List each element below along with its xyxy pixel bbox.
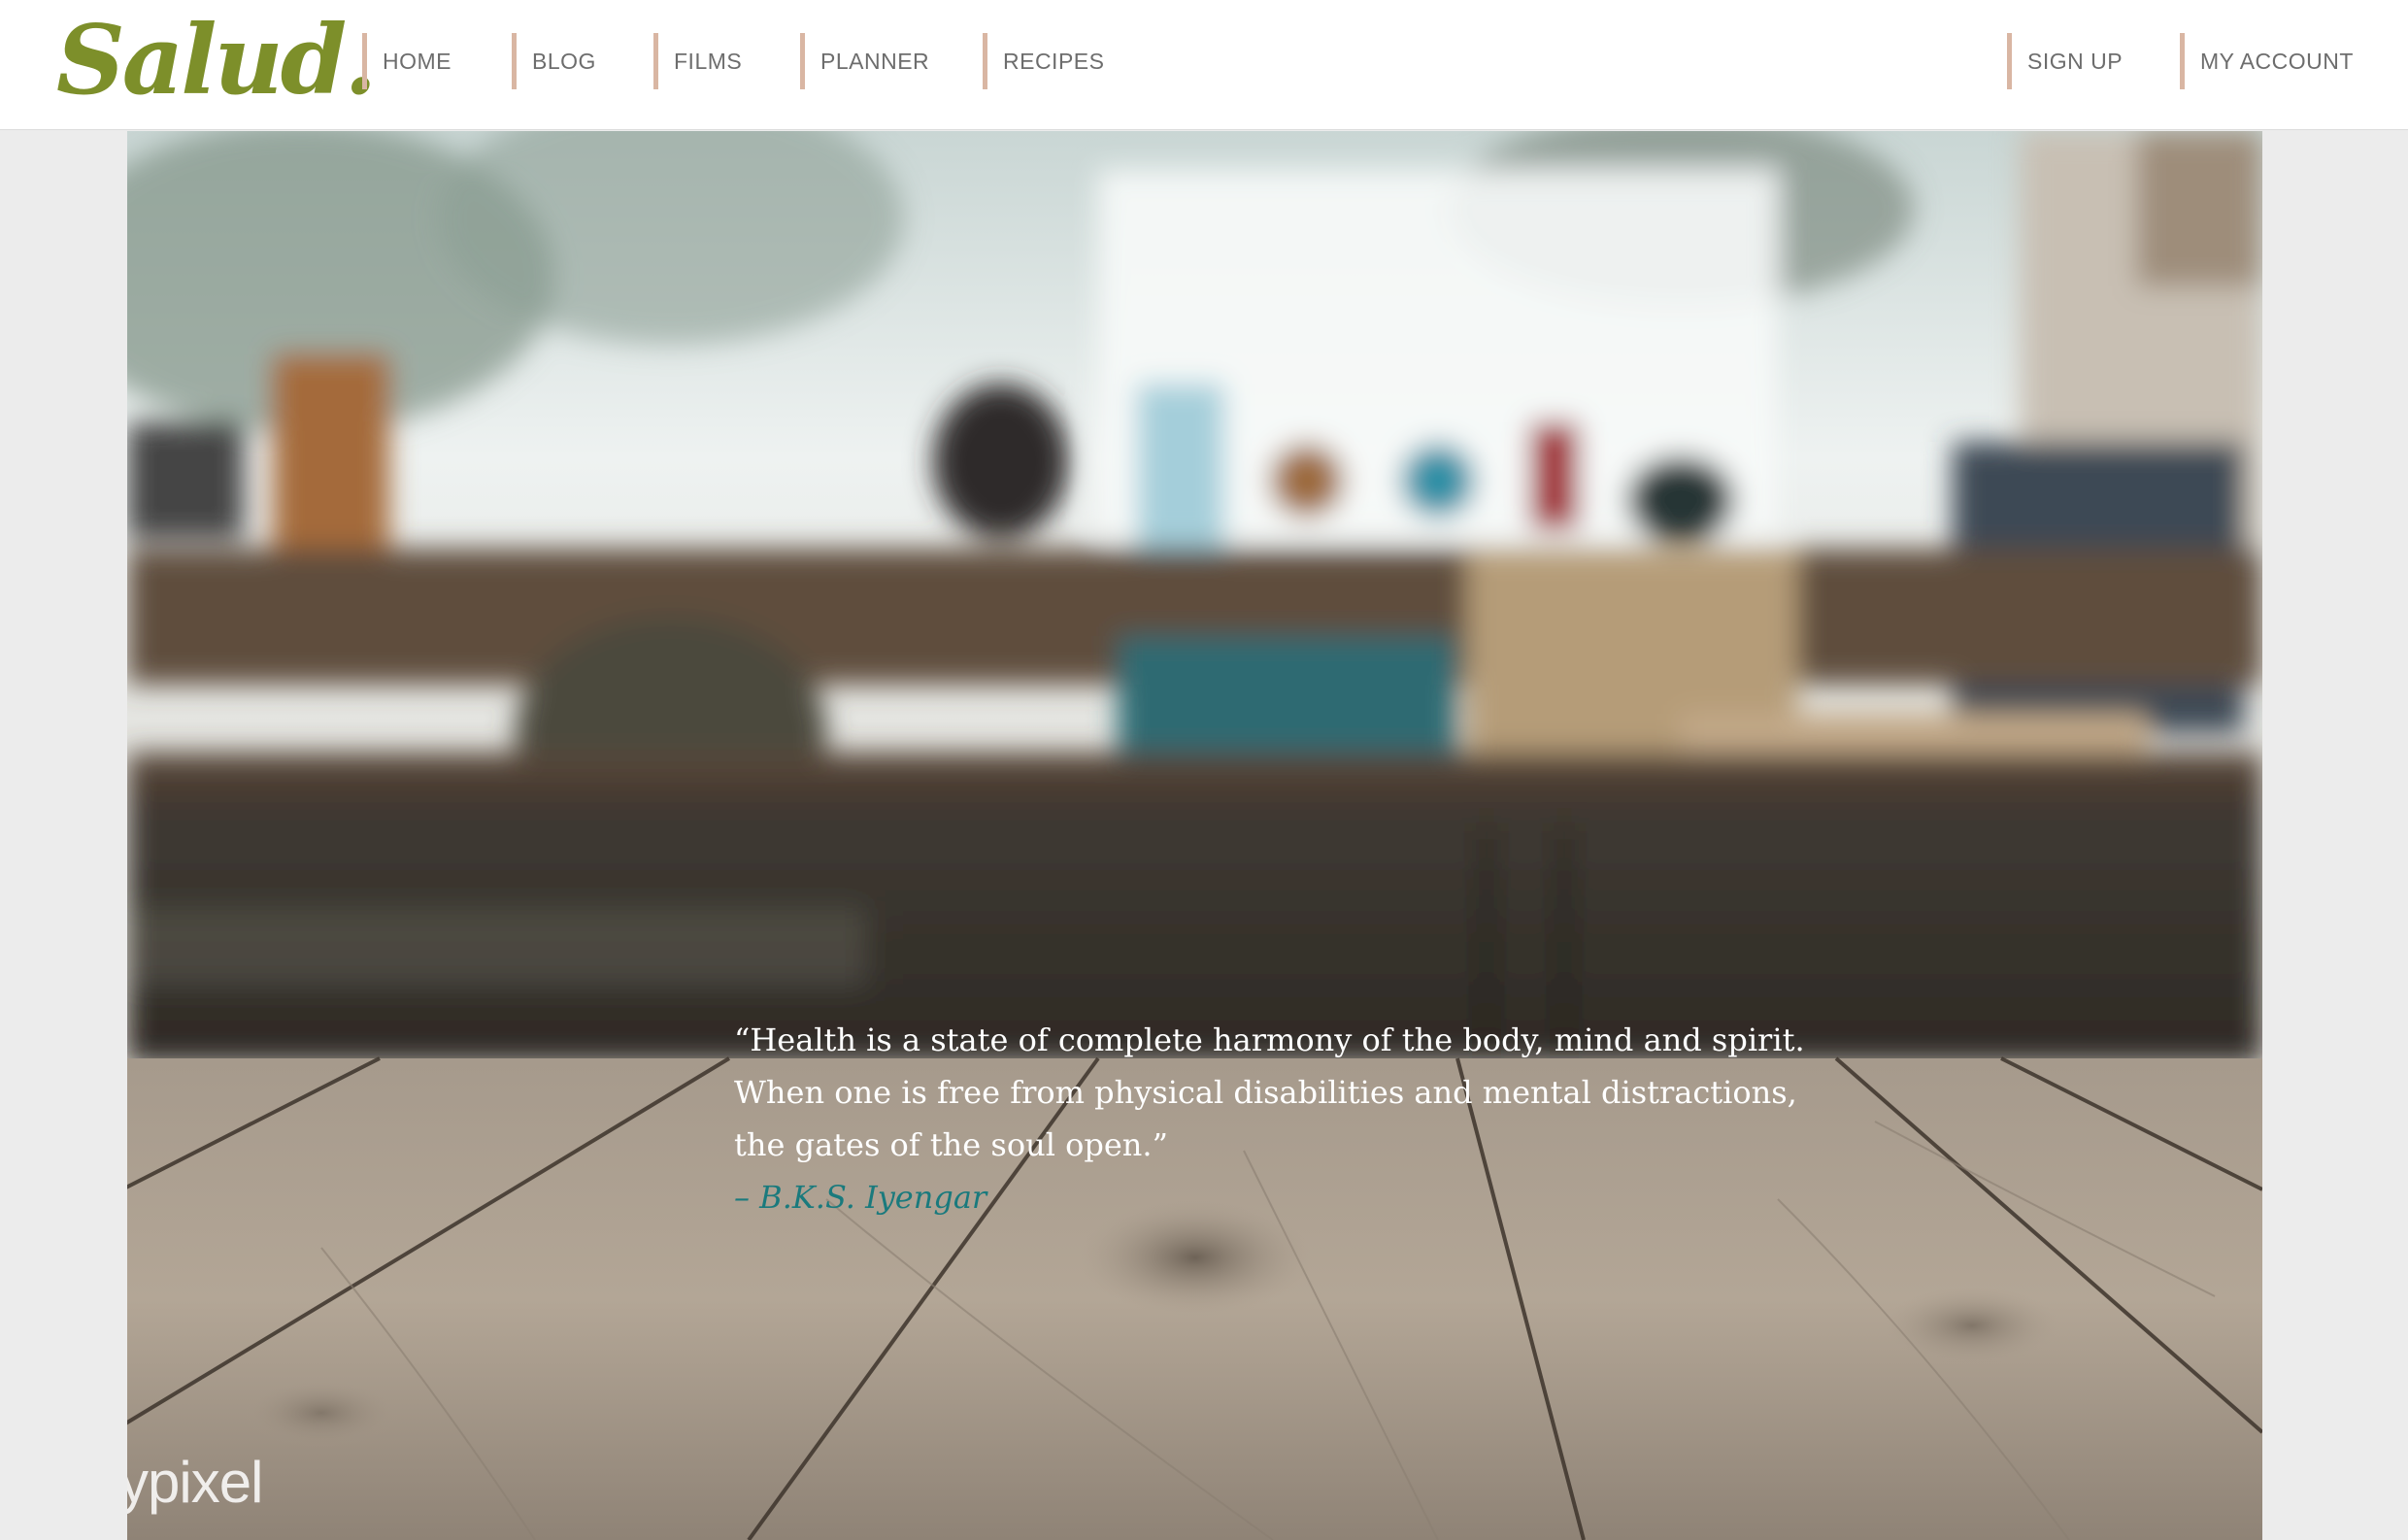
nav-my-account[interactable]: MY ACCOUNT: [2180, 33, 2354, 89]
quote-line-3: the gates of the soul open.”: [734, 1126, 1168, 1163]
nav-planner[interactable]: PLANNER: [800, 33, 929, 89]
nav-home[interactable]: HOME: [362, 33, 452, 89]
nav-sign-up[interactable]: SIGN UP: [2007, 33, 2123, 89]
hero-banner: ypixel: [127, 131, 2262, 1540]
watermark-text: ypixel: [127, 1450, 263, 1515]
salud-logo[interactable]: Salud.: [56, 8, 377, 115]
hero-background-image: [127, 131, 2262, 1540]
top-navbar: Salud. HOME BLOG FILMS PLANNER RECIPES S…: [0, 0, 2408, 130]
stock-watermark: ypixel: [127, 1449, 263, 1516]
nav-recipes[interactable]: RECIPES: [983, 33, 1104, 89]
quote-line-1: “Health is a state of complete harmony o…: [734, 1021, 1805, 1058]
quote-line-2: When one is free from physical disabilit…: [734, 1074, 1797, 1111]
quote-author: – B.K.S. Iyengar: [734, 1179, 987, 1216]
nav-films[interactable]: FILMS: [653, 33, 742, 89]
hero-quote: “Health is a state of complete harmony o…: [734, 1014, 1805, 1223]
nav-blog[interactable]: BLOG: [512, 33, 596, 89]
